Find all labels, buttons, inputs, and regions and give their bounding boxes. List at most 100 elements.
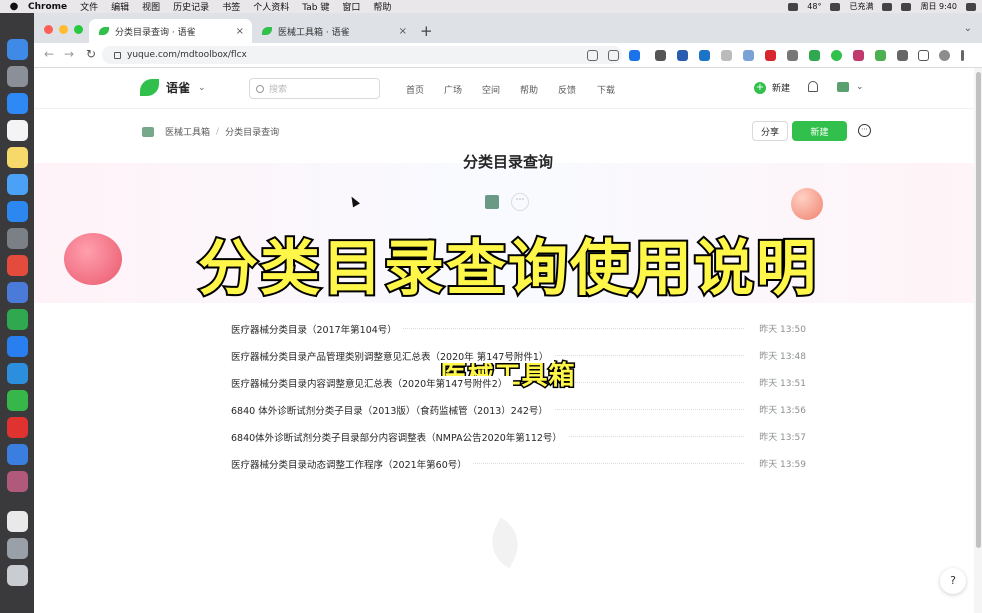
battery-icon[interactable]	[830, 2, 841, 11]
breadcrumb-book[interactable]: 医械工具箱	[165, 125, 210, 138]
evernote-ext-icon[interactable]	[809, 50, 820, 61]
tab-inactive[interactable]: 医械工具箱 · 语雀 ×	[252, 19, 415, 43]
pointer-app-icon[interactable]	[7, 444, 28, 465]
messages-icon[interactable]	[7, 174, 28, 195]
extension-icon[interactable]	[765, 50, 776, 61]
doc-title[interactable]: 医疗器械分类目录（2017年第104号）	[231, 321, 403, 336]
ie-icon[interactable]	[7, 363, 28, 384]
calendar-icon[interactable]	[7, 120, 28, 141]
minimize-window-icon[interactable]	[59, 25, 68, 34]
nav-home[interactable]: 首页	[406, 83, 424, 96]
chevron-down-icon[interactable]: ⌄	[856, 82, 864, 92]
open-in-app-icon[interactable]	[587, 50, 598, 61]
wifi-icon[interactable]	[882, 2, 893, 11]
menu-view[interactable]: 视图	[142, 0, 160, 13]
back-icon[interactable]: ←	[44, 47, 54, 61]
share-button[interactable]: 分享	[752, 121, 788, 141]
clock[interactable]: 周日 9:40	[920, 1, 957, 12]
breadcrumb-page[interactable]: 分类目录查询	[225, 125, 279, 138]
more-options-icon[interactable]: ⋯	[858, 124, 871, 137]
sidepanel-icon[interactable]	[918, 50, 929, 61]
extension-icon[interactable]	[677, 50, 688, 61]
menu-window[interactable]: 窗口	[342, 0, 360, 13]
status-icon[interactable]	[788, 2, 799, 11]
profile-avatar-icon[interactable]	[939, 50, 950, 61]
menu-file[interactable]: 文件	[80, 0, 98, 13]
extension-icon[interactable]	[853, 50, 864, 61]
extensions-puzzle-icon[interactable]	[897, 50, 908, 61]
avatar[interactable]	[837, 82, 849, 92]
paint-icon[interactable]	[7, 471, 28, 492]
wps-icon[interactable]	[7, 417, 28, 438]
extension-icon[interactable]	[699, 50, 710, 61]
close-window-icon[interactable]	[44, 25, 53, 34]
doc-title[interactable]: 医疗器械分类目录内容调整意见汇总表（2020年第147号附件2）	[231, 375, 514, 390]
volume-icon[interactable]	[901, 2, 912, 11]
page-scrollbar[interactable]	[974, 68, 982, 613]
new-button-top[interactable]: + 新建	[754, 81, 790, 94]
close-tab-icon[interactable]: ×	[236, 26, 244, 37]
share-page-icon[interactable]	[608, 50, 619, 61]
list-item[interactable]: 医疗器械分类目录动态调整工作程序（2021年第60号） 昨天 13:59	[231, 450, 806, 477]
book-more-icon[interactable]: ⋯	[511, 193, 529, 211]
close-tab-icon[interactable]: ×	[399, 26, 407, 37]
wechat-icon[interactable]	[7, 390, 28, 411]
chrome-icon[interactable]	[7, 255, 28, 276]
lock-icon[interactable]	[114, 51, 121, 59]
downloads-icon[interactable]	[7, 538, 28, 559]
doc-title[interactable]: 医疗器械分类目录动态调整工作程序（2021年第60号）	[231, 456, 473, 471]
document-icon[interactable]	[7, 511, 28, 532]
new-doc-button[interactable]: 新建	[792, 121, 847, 141]
search-input[interactable]: 搜索	[249, 78, 380, 99]
help-button[interactable]: ?	[940, 568, 966, 594]
list-item[interactable]: 6840 体外诊断试剂分类子目录（2013版）（食药监械管（2013）242号）…	[231, 396, 806, 423]
scrollbar-thumb[interactable]	[976, 72, 981, 548]
new-tab-icon[interactable]: +	[420, 22, 433, 40]
menu-edit[interactable]: 编辑	[111, 0, 129, 13]
settings-icon[interactable]	[7, 228, 28, 249]
evernote-icon[interactable]	[7, 309, 28, 330]
tab-active[interactable]: 分类目录查询 · 语雀 ×	[89, 19, 252, 43]
zoom-window-icon[interactable]	[74, 25, 83, 34]
extension-icon[interactable]	[721, 50, 732, 61]
app-store-icon[interactable]	[7, 201, 28, 222]
menu-chrome[interactable]: Chrome	[28, 2, 67, 12]
doc-title[interactable]: 6840体外诊断试剂分类子目录部分内容调整表（NMPA公告2020年第112号）	[231, 429, 568, 444]
menu-bookmarks[interactable]: 书签	[222, 0, 240, 13]
yuque-logo[interactable]: 语雀 ⌄	[140, 79, 206, 96]
spotlight-icon[interactable]	[966, 2, 976, 11]
notification-bell-icon[interactable]	[808, 81, 818, 92]
nav-download[interactable]: 下载	[597, 83, 615, 96]
extension-icon[interactable]	[787, 50, 798, 61]
yuque-ext-icon[interactable]	[831, 50, 842, 61]
finder-icon[interactable]	[7, 39, 28, 60]
launchpad-icon[interactable]	[7, 66, 28, 87]
chrome-menu-icon[interactable]	[961, 50, 964, 61]
dingtalk-icon[interactable]	[7, 336, 28, 357]
notes-icon[interactable]	[7, 147, 28, 168]
menu-help[interactable]: 帮助	[373, 0, 391, 13]
extension-icon[interactable]	[655, 50, 666, 61]
extension-icon[interactable]	[875, 50, 886, 61]
bookmark-star-icon[interactable]	[629, 50, 640, 61]
tab-search-icon[interactable]: ⌄	[964, 23, 972, 34]
menu-profile[interactable]: 个人资料	[253, 0, 289, 13]
chevron-down-icon[interactable]: ⌄	[198, 83, 206, 93]
menu-tab[interactable]: Tab 键	[302, 0, 329, 13]
list-item[interactable]: 6840体外诊断试剂分类子目录部分内容调整表（NMPA公告2020年第112号）…	[231, 423, 806, 450]
apple-icon[interactable]: ●	[0, 1, 28, 12]
nav-spaces[interactable]: 空间	[482, 83, 500, 96]
nav-feedback[interactable]: 反馈	[558, 83, 576, 96]
forward-icon[interactable]: →	[64, 47, 74, 61]
trash-icon[interactable]	[7, 565, 28, 586]
safari-icon[interactable]	[7, 93, 28, 114]
nav-help[interactable]: 帮助	[520, 83, 538, 96]
nav-explore[interactable]: 广场	[444, 83, 462, 96]
menu-history[interactable]: 历史记录	[173, 0, 209, 13]
reload-icon[interactable]: ↻	[86, 47, 96, 61]
app-icon[interactable]	[7, 282, 28, 303]
doc-title[interactable]: 医疗器械分类目录产品管理类别调整意见汇总表（2020年 第147号附件1）	[231, 348, 555, 363]
address-bar[interactable]: yuque.com/mdtoolbox/flcx	[102, 46, 622, 64]
doc-title[interactable]: 6840 体外诊断试剂分类子目录（2013版）（食药监械管（2013）242号）	[231, 402, 554, 417]
extension-icon[interactable]	[743, 50, 754, 61]
